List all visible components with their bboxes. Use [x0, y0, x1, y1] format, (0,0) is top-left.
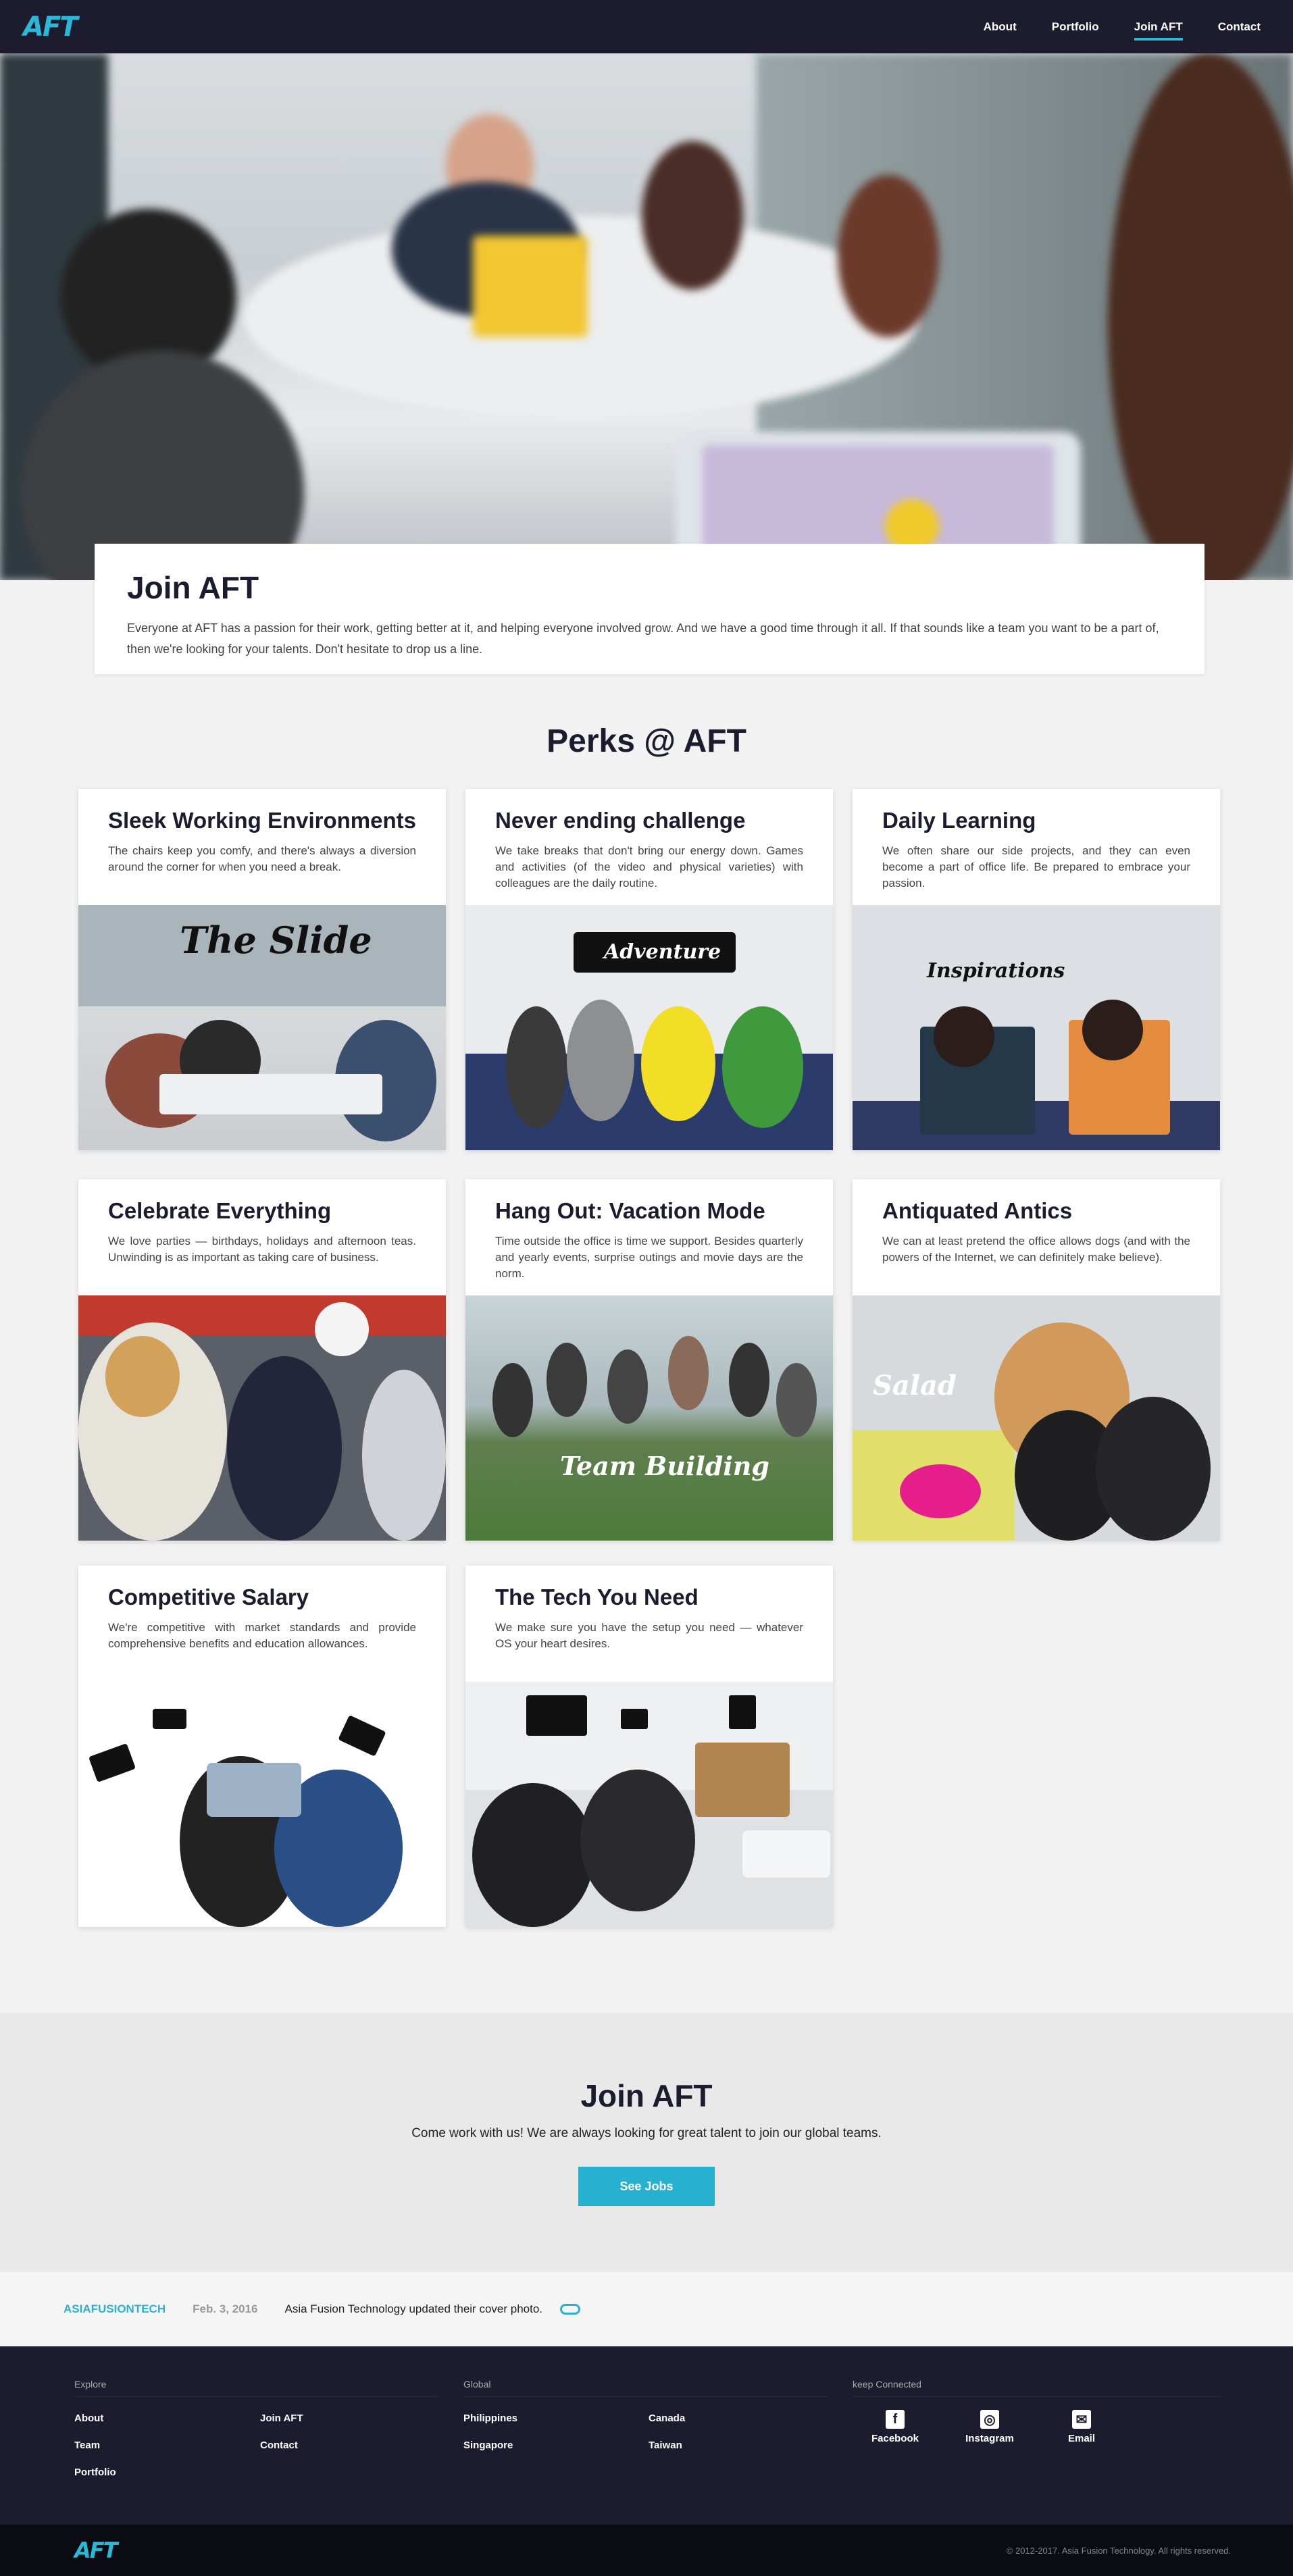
perk-card: Antiquated Antics We can at least preten…: [853, 1179, 1220, 1541]
intro-card: Join AFT Everyone at AFT has a passion f…: [95, 544, 1205, 674]
footer-link-portfolio[interactable]: Portfolio: [74, 2467, 116, 2478]
perk-card: Daily Learning We often share our side p…: [853, 789, 1220, 1150]
perk-photo: [78, 1682, 446, 1927]
instagram-link[interactable]: ◎ Instagram: [963, 2410, 1017, 2445]
facebook-link[interactable]: f Facebook: [868, 2410, 922, 2445]
perk-card: Celebrate Everything We love parties — b…: [78, 1179, 446, 1541]
email-link[interactable]: ✉ Email: [1055, 2410, 1109, 2445]
perk-overlay-text: Inspirations: [927, 959, 1065, 983]
perk-text: We often share our side projects, and th…: [882, 844, 1190, 890]
perk-text: We make sure you have the setup you need…: [495, 1621, 803, 1650]
perk-card: The Tech You Need We make sure you have …: [465, 1566, 833, 1927]
perk-title: The Tech You Need: [495, 1585, 699, 1609]
email-icon: ✉: [1072, 2410, 1091, 2429]
perk-text: We love parties — birthdays, holidays an…: [108, 1235, 416, 1264]
perk-text: We take breaks that don't bring our ener…: [495, 844, 803, 890]
nav-join-aft[interactable]: Join AFT: [1134, 16, 1183, 41]
perk-card: Hang Out: Vacation Mode Time outside the…: [465, 1179, 833, 1541]
instagram-icon: ◎: [980, 2410, 999, 2429]
footer-link-join-aft[interactable]: Join AFT: [260, 2413, 303, 2424]
perk-text: The chairs keep you comfy, and there's a…: [108, 844, 416, 873]
email-label: Email: [1067, 2433, 1096, 2444]
perk-text: We can at least pretend the office allow…: [882, 1235, 1190, 1264]
perk-overlay-text: Salad: [873, 1370, 957, 1401]
top-navbar: AFT About Portfolio Join AFT Contact: [0, 0, 1293, 53]
footer-link-philippines[interactable]: Philippines: [463, 2413, 517, 2424]
facebook-icon: f: [886, 2410, 905, 2429]
join-cta-section: Join AFT Come work with us! We are alway…: [0, 2013, 1293, 2272]
aft-logo[interactable]: AFT: [23, 11, 78, 43]
perk-photo: [465, 1682, 833, 1927]
perk-photo: Inspirations: [853, 905, 1220, 1150]
feed-date: Feb. 3, 2016: [193, 2302, 258, 2315]
footer-link-contact[interactable]: Contact: [260, 2440, 298, 2451]
link-icon[interactable]: [560, 2304, 581, 2315]
page-title: Join AFT: [127, 570, 259, 605]
perk-title: Never ending challenge: [495, 808, 746, 833]
footer-logo[interactable]: AFT: [74, 2538, 118, 2563]
footer-link-singapore[interactable]: Singapore: [463, 2440, 513, 2451]
footer-explore: Explore: [74, 2379, 439, 2397]
perk-photo: The Slide: [78, 905, 446, 1150]
perk-title: Hang Out: Vacation Mode: [495, 1198, 765, 1223]
perk-card: Competitive Salary We're competitive wit…: [78, 1566, 446, 1927]
perk-photo: Adventure: [465, 905, 833, 1150]
nav-contact[interactable]: Contact: [1218, 16, 1261, 38]
perk-card: Never ending challenge We take breaks th…: [465, 789, 833, 1150]
footer-connected-heading: keep Connected: [853, 2379, 1223, 2397]
perk-overlay-text: Team Building: [560, 1451, 769, 1481]
perk-title: Celebrate Everything: [108, 1198, 332, 1223]
perk-overlay-text: Adventure: [604, 940, 721, 964]
perk-text: Time outside the office is time we suppo…: [495, 1235, 803, 1280]
footer-link-about[interactable]: About: [74, 2413, 103, 2424]
perk-overlay-text: The Slide: [180, 919, 372, 962]
perk-photo: Salad: [853, 1295, 1220, 1541]
feed-text[interactable]: Asia Fusion Technology updated their cov…: [285, 2302, 543, 2316]
nav-about[interactable]: About: [984, 16, 1017, 38]
footer-link-team[interactable]: Team: [74, 2440, 100, 2451]
footer-global-heading: Global: [463, 2379, 828, 2397]
perk-title: Daily Learning: [882, 808, 1036, 833]
nav-links: About Portfolio Join AFT Contact: [984, 0, 1261, 53]
hero-shape: [473, 236, 588, 337]
perk-photo: [78, 1295, 446, 1541]
perk-text: We're competitive with market standards …: [108, 1621, 416, 1650]
perk-title: Sleek Working Environments: [108, 808, 417, 833]
perk-card: Sleek Working Environments The chairs ke…: [78, 789, 446, 1150]
footer-explore-heading: Explore: [74, 2379, 439, 2397]
feed-account[interactable]: ASIAFUSIONTECH: [64, 2302, 166, 2316]
copyright-text: © 2012-2017. Asia Fusion Technology. All…: [1006, 2545, 1231, 2556]
hero-shape: [642, 141, 743, 290]
perk-photo: Team Building: [465, 1295, 833, 1541]
footer-global: Global: [463, 2379, 828, 2397]
intro-text: Everyone at AFT has a passion for their …: [127, 621, 1159, 656]
facebook-label: Facebook: [871, 2433, 919, 2444]
perk-title: Antiquated Antics: [882, 1198, 1073, 1223]
footer-connected: keep Connected: [853, 2379, 1223, 2397]
nav-portfolio[interactable]: Portfolio: [1052, 16, 1099, 38]
perk-title: Competitive Salary: [108, 1585, 309, 1609]
hero-shape: [838, 175, 939, 337]
footer-bottom-bar: AFT © 2012-2017. Asia Fusion Technology.…: [0, 2525, 1293, 2576]
hero-team-photo: [0, 53, 1293, 580]
cta-text: Come work with us! We are always looking…: [411, 2126, 882, 2140]
perks-heading: Perks @ AFT: [547, 723, 746, 759]
cta-title: Join AFT: [580, 2078, 713, 2113]
footer-link-taiwan[interactable]: Taiwan: [649, 2440, 682, 2451]
see-jobs-button[interactable]: See Jobs: [578, 2167, 715, 2206]
instagram-label: Instagram: [965, 2433, 1014, 2444]
social-feed-strip: ASIAFUSIONTECH Feb. 3, 2016 Asia Fusion …: [0, 2272, 1293, 2346]
footer-link-canada[interactable]: Canada: [649, 2413, 685, 2424]
site-footer: Explore About Join AFT Team Contact Port…: [0, 2346, 1293, 2525]
